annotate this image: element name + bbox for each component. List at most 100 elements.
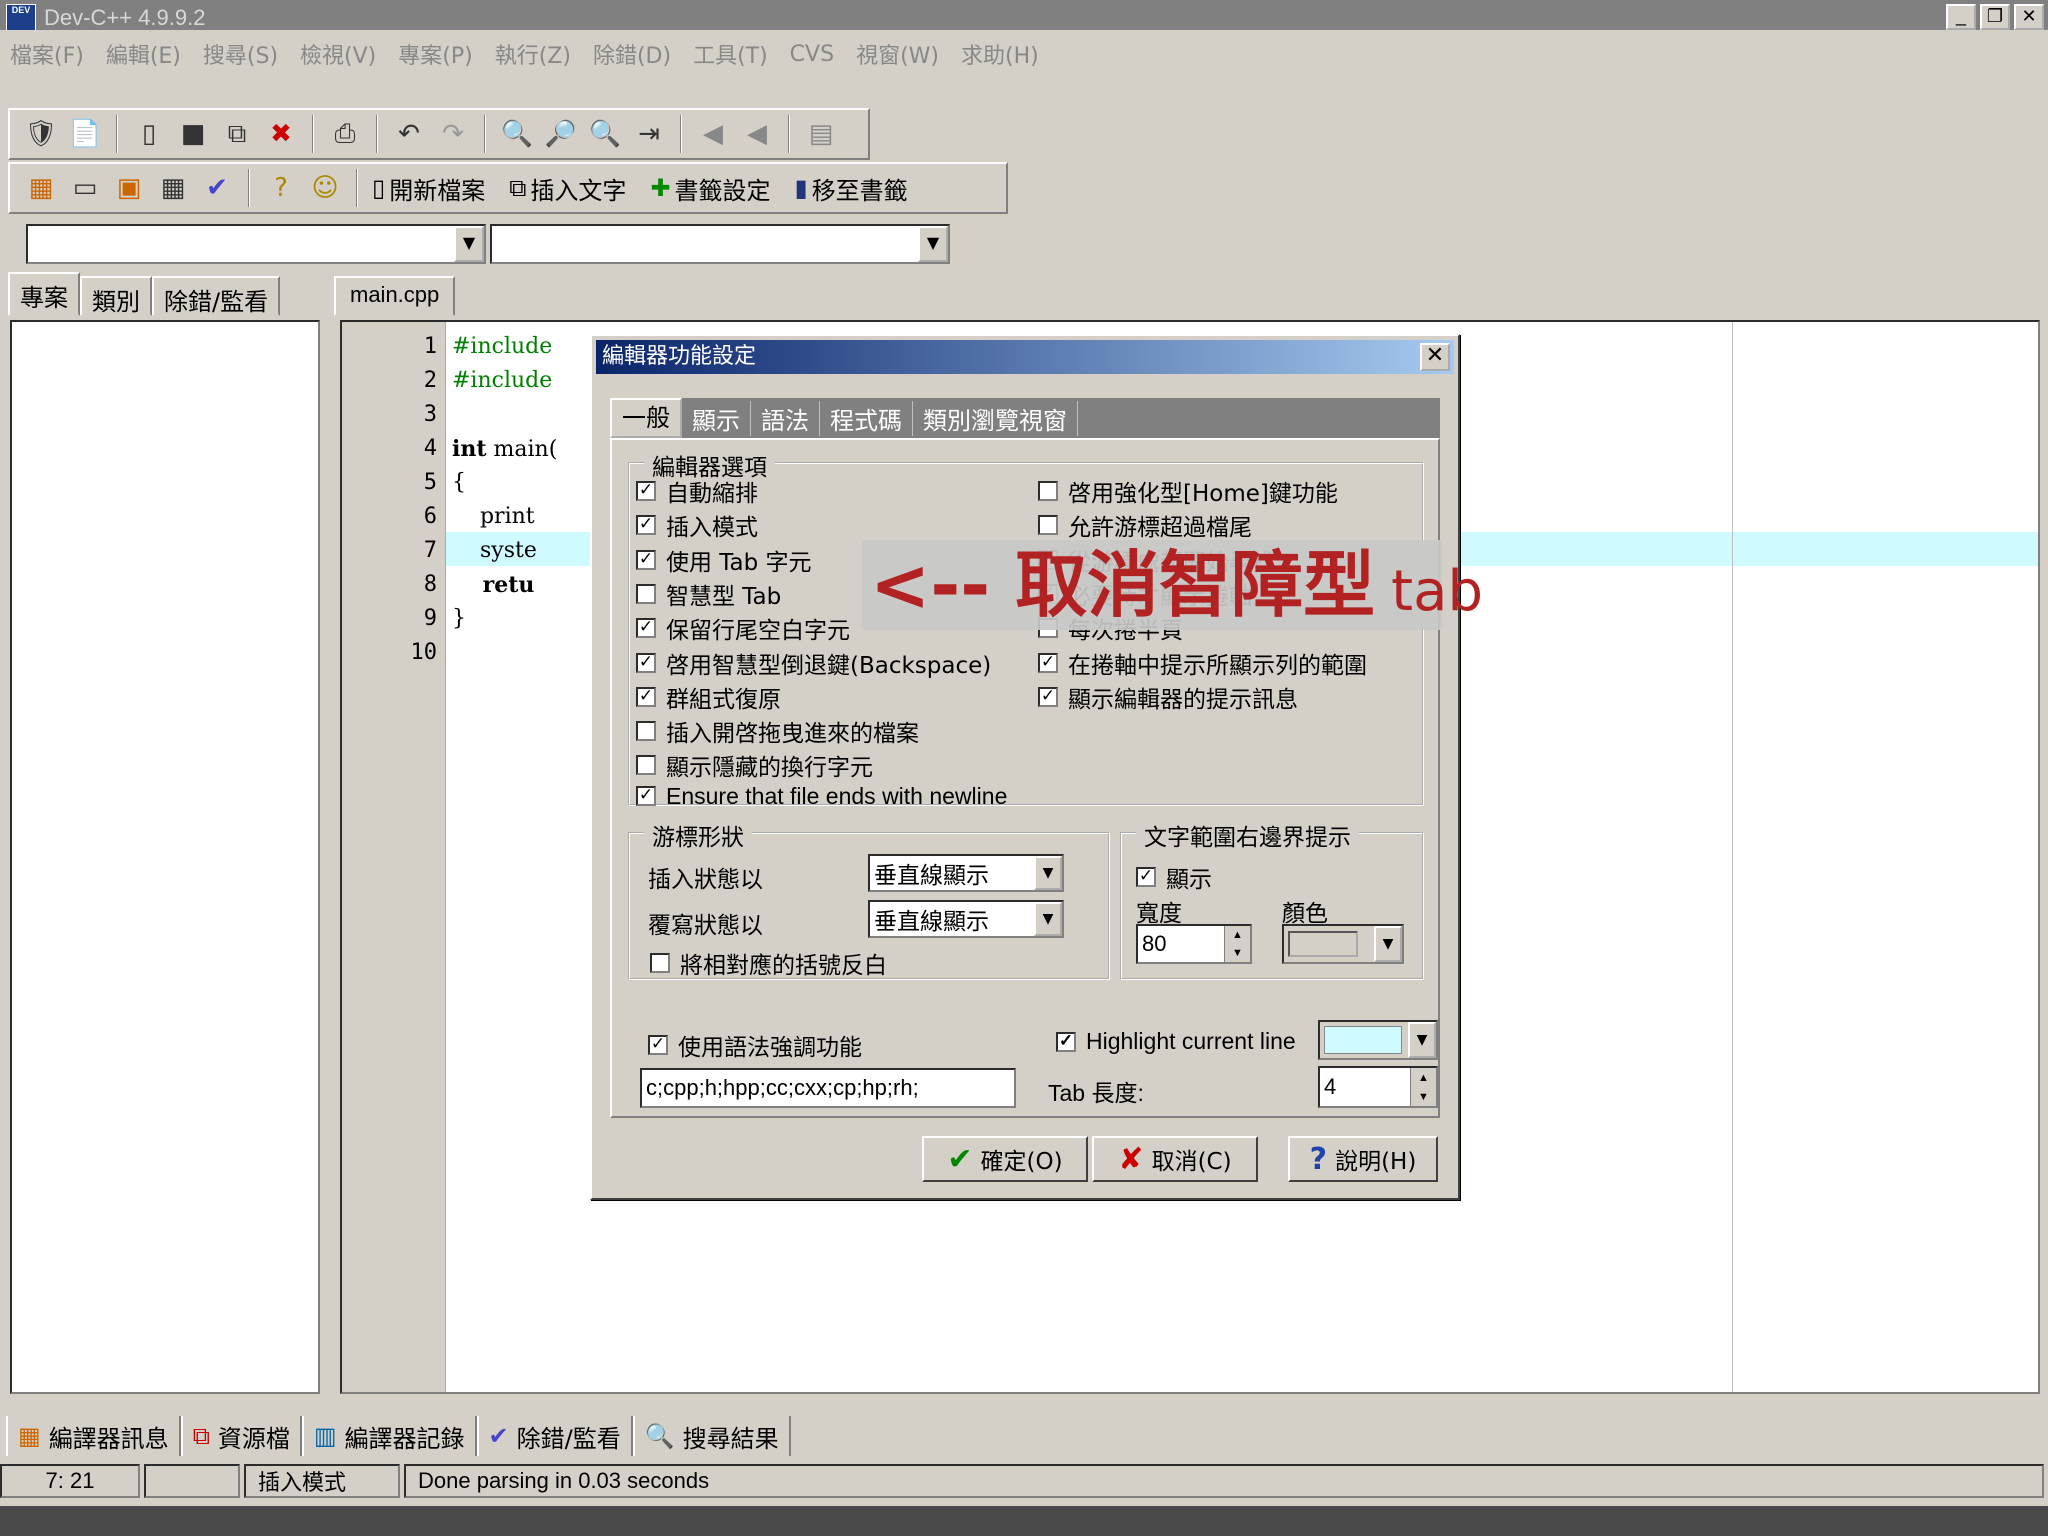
compile-icon[interactable]: ▦ [24, 171, 58, 205]
highlight-line-checkbox[interactable]: ✓ Highlight current line [1056, 1028, 1296, 1055]
find-icon[interactable]: 🔍 [500, 117, 534, 151]
tab-main-cpp[interactable]: main.cpp [334, 276, 456, 316]
insert-mode-select[interactable]: 垂直線顯示 ▼ [868, 854, 1064, 892]
down-icon[interactable]: ▼ [1225, 947, 1250, 959]
close-project-icon[interactable]: 📄 [68, 117, 102, 151]
back-icon[interactable]: ◀ [696, 117, 730, 151]
tab-resources[interactable]: ⧉ 資源檔 [180, 1416, 302, 1456]
replace-icon[interactable]: 🔎 [544, 117, 578, 151]
class-combo[interactable]: ▼ [26, 224, 486, 264]
up-icon[interactable]: ▲ [1225, 929, 1250, 941]
menu-execute[interactable]: 執行(Z) [495, 38, 571, 70]
save-all-icon[interactable]: ⧉ [220, 117, 254, 151]
menu-search[interactable]: 搜尋(S) [203, 38, 278, 70]
tab-debug-watch[interactable]: 除錯/監看 [152, 276, 281, 316]
checkbox-box[interactable]: ✓ [636, 549, 656, 570]
overwrite-mode-select[interactable]: 垂直線顯示 ▼ [868, 900, 1064, 938]
checkbox-box[interactable] [650, 953, 670, 973]
checkbox-box[interactable]: ✓ [636, 786, 656, 807]
margin-width-input[interactable]: 80 ▲ ▼ [1136, 924, 1252, 964]
syntax-extensions-input[interactable]: c;cpp;h;hpp;cc;cxx;cp;hp;rh; [640, 1068, 1016, 1108]
about-icon[interactable]: ☺ [308, 171, 342, 205]
help-button[interactable]: ? 說明(H) [1288, 1136, 1438, 1182]
new-file-button[interactable]: ▯ 開新檔案 [372, 171, 485, 206]
print-icon[interactable]: ⎙ [328, 117, 362, 151]
checkbox-box[interactable]: ✓ [636, 686, 656, 707]
help-icon[interactable]: ? [264, 171, 298, 205]
find-next-icon[interactable]: 🔍 [588, 117, 622, 151]
tab-find-results[interactable]: 🔍 搜尋結果 [632, 1416, 791, 1456]
checkbox-box[interactable]: ✓ [648, 1035, 668, 1055]
tab-classes[interactable]: 類別 [80, 276, 152, 316]
menu-help[interactable]: 求助(H) [961, 38, 1039, 70]
spin-buttons[interactable]: ▲ ▼ [1410, 1068, 1436, 1106]
compile-run-icon[interactable]: ▣ [112, 171, 146, 205]
comment-icon[interactable]: ▤ [804, 117, 838, 151]
run-icon[interactable]: ▭ [68, 171, 102, 205]
tab-length-input[interactable]: 4 ▲ ▼ [1318, 1066, 1438, 1108]
margin-color-select[interactable]: ▼ [1282, 924, 1404, 964]
project-panel[interactable] [10, 320, 320, 1394]
tab-compiler[interactable]: ▦ 編譯器訊息 [6, 1416, 181, 1456]
menu-tools[interactable]: 工具(T) [693, 38, 768, 70]
option-checkbox[interactable]: ✓ 顯示編輯器的提示訊息 [1038, 680, 1298, 714]
menu-project[interactable]: 專案(P) [398, 38, 472, 70]
option-checkbox[interactable]: ✓ 自動縮排 [636, 474, 758, 508]
option-checkbox[interactable]: 智慧型 Tab [636, 577, 781, 611]
option-checkbox[interactable]: ✓ 啓用智慧型倒退鍵(Backspace) [636, 646, 991, 680]
option-checkbox[interactable]: 插入開啓拖曳進來的檔案 [636, 714, 919, 748]
option-checkbox[interactable]: 允許游標超過檔尾 [1038, 508, 1252, 542]
chevron-down-icon[interactable]: ▼ [1034, 856, 1062, 890]
margin-show-checkbox[interactable]: ✓ 顯示 [1136, 860, 1212, 894]
member-combo[interactable]: ▼ [490, 224, 950, 264]
option-checkbox[interactable]: ✓ 插入模式 [636, 508, 758, 542]
checkbox-box[interactable]: ✓ [1056, 1031, 1076, 1052]
checkbox-box[interactable] [1038, 515, 1058, 536]
bracket-highlight-checkbox[interactable]: 將相對應的括號反白 [650, 946, 887, 980]
insert-text-button[interactable]: ⧉ 插入文字 [509, 171, 626, 206]
new-icon[interactable]: ▯ [132, 117, 166, 151]
option-checkbox[interactable]: 顯示隱藏的換行字元 [636, 748, 873, 782]
spin-buttons[interactable]: ▲ ▼ [1224, 926, 1250, 962]
down-icon[interactable]: ▼ [1411, 1091, 1436, 1103]
option-checkbox[interactable]: ✓ Ensure that file ends with newline [636, 783, 1007, 810]
redo-icon[interactable]: ↷ [436, 117, 470, 151]
debug-icon[interactable]: ✔ [200, 171, 234, 205]
checkbox-box[interactable]: ✓ [1038, 652, 1058, 673]
dialog-close-button[interactable]: ✕ [1420, 343, 1450, 371]
checkbox-box[interactable]: ✓ [1136, 867, 1156, 887]
checkbox-box[interactable]: ✓ [636, 618, 656, 639]
restore-button[interactable]: ❐ [1980, 4, 2010, 30]
menu-edit[interactable]: 編輯(E) [106, 38, 181, 70]
menu-window[interactable]: 視窗(W) [856, 38, 939, 70]
menu-view[interactable]: 檢視(V) [300, 38, 376, 70]
close-button[interactable]: ✕ [2014, 4, 2044, 30]
checkbox-box[interactable] [636, 755, 656, 776]
minimize-button[interactable]: _ [1946, 4, 1976, 30]
tab-code[interactable]: 程式碼 [820, 400, 913, 436]
checkbox-box[interactable]: ✓ [636, 515, 656, 536]
goto-bookmark-button[interactable]: ▮ 移至書籤 [794, 171, 907, 206]
rebuild-icon[interactable]: ▦ [156, 171, 190, 205]
menu-file[interactable]: 檔案(F) [10, 38, 84, 70]
up-icon[interactable]: ▲ [1411, 1072, 1436, 1084]
save-icon[interactable]: ■ [176, 117, 210, 151]
checkbox-box[interactable] [636, 583, 656, 604]
checkbox-box[interactable]: ✓ [1038, 686, 1058, 707]
tab-compile-log[interactable]: ▥ 編譯器記錄 [301, 1416, 477, 1456]
option-checkbox[interactable]: ✓ 使用 Tab 字元 [636, 543, 812, 577]
option-checkbox[interactable]: 啓用強化型[Home]鍵功能 [1038, 474, 1338, 508]
tab-display[interactable]: 顯示 [682, 400, 751, 436]
syntax-highlight-checkbox[interactable]: ✓ 使用語法強調功能 [648, 1028, 862, 1062]
cancel-button[interactable]: ✘ 取消(C) [1092, 1136, 1258, 1182]
tab-class-browser[interactable]: 類別瀏覽視窗 [913, 400, 1078, 436]
close-file-icon[interactable]: ✖ [264, 117, 298, 151]
checkbox-box[interactable]: ✓ [636, 481, 656, 501]
chevron-down-icon[interactable]: ▼ [1374, 926, 1402, 962]
option-checkbox[interactable]: ✓ 在捲軸中提示所顯示列的範圍 [1038, 646, 1367, 680]
menu-cvs[interactable]: CVS [790, 42, 834, 67]
goto-line-icon[interactable]: ⇥ [632, 117, 666, 151]
tab-project[interactable]: 專案 [8, 272, 80, 316]
option-checkbox[interactable]: ✓ 群組式復原 [636, 680, 781, 714]
chevron-down-icon[interactable]: ▼ [918, 226, 948, 262]
